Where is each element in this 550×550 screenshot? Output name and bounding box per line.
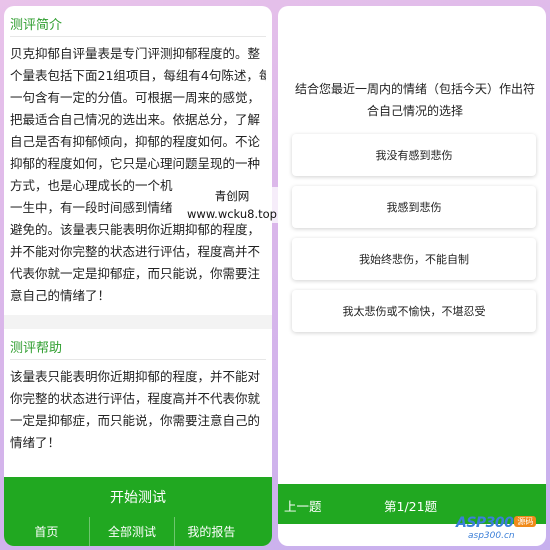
watermark: 青创网 www.wcku8.top (182, 187, 282, 223)
help-line: 你完整的状态进行评估，程度高并不代表你就 (10, 391, 261, 406)
logo-url: asp300.cn (468, 531, 515, 541)
help-paragraph: 该量表只能表明你近期抑郁的程度，并不能对 你完整的状态进行评估，程度高并不代表你… (4, 360, 272, 454)
answer-option[interactable]: 我没有感到悲伤 (292, 134, 536, 176)
answer-option[interactable]: 我始终悲伤，不能自制 (292, 238, 536, 280)
question-text: 结合您最近一周内的情绪（包括今天）作出符合自己情况的选择 (294, 82, 535, 118)
intro-paragraph: 贝克抑郁自评量表是专门评测抑郁程度的。整 个量表包括下面21组项目，每组有4句陈… (4, 37, 272, 307)
question-screen: 结合您最近一周内的情绪（包括今天）作出符合自己情况的选择 我没有感到悲伤 我感到… (278, 6, 546, 546)
help-line: 该量表只能表明你近期抑郁的程度，并不能对 (10, 369, 261, 384)
intro-line: 并不能对你完整的状态进行评估，程度高并不 (10, 244, 261, 259)
question-counter: 第1/21题 (384, 499, 438, 514)
section-gap (4, 315, 272, 329)
watermark-url: www.wcku8.top (187, 207, 277, 221)
intro-title: 测评简介 (10, 18, 63, 33)
intro-line: 一句含有一定的分值。可根据一周来的感觉， (10, 90, 261, 105)
answer-option[interactable]: 我感到悲伤 (292, 186, 536, 228)
nav-home[interactable]: 首页 (4, 517, 90, 546)
intro-line: 抑郁的程度如何，它只是心理问题呈现的一种 (10, 156, 261, 171)
prev-question-button[interactable]: 上一题 (284, 496, 322, 515)
intro-screen: 测评简介 贝克抑郁自评量表是专门评测抑郁程度的。整 个量表包括下面21组项目，每… (4, 6, 272, 546)
help-line: 情绪了！ (10, 435, 61, 450)
bottom-nav: 首页 全部测试 我的报告 (4, 517, 272, 546)
intro-line: 个量表包括下面21组项目，每组有4句陈述，每 (10, 68, 266, 83)
intro-line: 代表你就一定是抑郁症，而只能说，你需要注 (10, 266, 261, 281)
logo-tag: 源码 (514, 516, 537, 527)
watermark-name: 青创网 (214, 189, 250, 203)
start-test-button[interactable]: 开始测试 (4, 477, 272, 517)
site-logo: ASP300 源码 asp300.cn (456, 512, 548, 546)
answer-options: 我没有感到悲伤 我感到悲伤 我始终悲伤，不能自制 我太悲伤或不愉快，不堪忍受 (292, 134, 536, 342)
help-line: 一定是抑郁症，而只能说，你需要注意自己的 (10, 413, 261, 428)
nav-all-tests[interactable]: 全部测试 (90, 517, 176, 546)
intro-line: 把最适合自己情况的选出来。依据总分，了解 (10, 112, 261, 127)
intro-line: 意自己的情绪了！ (10, 288, 111, 303)
help-title: 测评帮助 (10, 341, 63, 356)
intro-line: 自己是否有抑郁倾向，抑郁的程度如何。不论 (10, 134, 261, 149)
nav-my-reports[interactable]: 我的报告 (175, 517, 272, 546)
intro-line: 贝克抑郁自评量表是专门评测抑郁程度的。整 (10, 46, 261, 61)
logo-wordmark: ASP300 (456, 515, 514, 531)
answer-option[interactable]: 我太悲伤或不愉快，不堪忍受 (292, 290, 536, 332)
